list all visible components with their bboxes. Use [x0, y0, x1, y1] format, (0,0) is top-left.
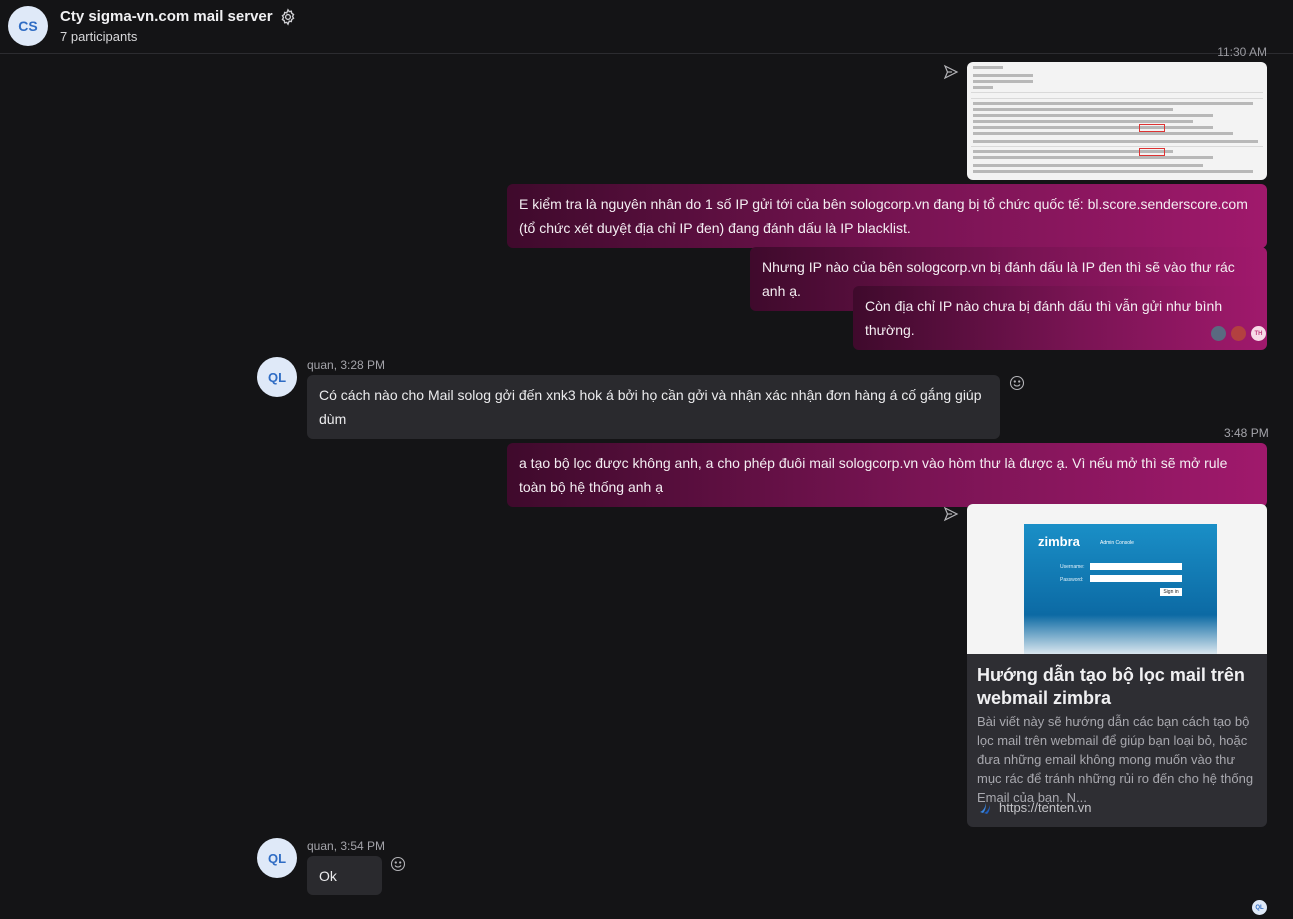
avatar[interactable]: QL: [257, 838, 297, 878]
zimbra-admin-label: Admin Console: [1100, 540, 1134, 546]
group-avatar[interactable]: CS: [8, 6, 48, 46]
chat-title[interactable]: Cty sigma-vn.com mail server: [60, 8, 273, 25]
sender-timestamp: quan, 3:28 PM: [307, 358, 386, 372]
emoji-reaction-icon[interactable]: [390, 856, 406, 872]
link-description: Bài viết này sẽ hướng dẫn các bạn cách t…: [977, 714, 1254, 805]
link-title[interactable]: Hướng dẫn tạo bộ lọc mail trên webmail z…: [977, 664, 1262, 710]
seen-avatar: [1211, 326, 1226, 341]
sign-in-button: Sign in: [1160, 588, 1182, 596]
zimbra-logo: zimbra: [1038, 534, 1080, 549]
forward-icon[interactable]: [943, 64, 959, 80]
outgoing-message[interactable]: E kiểm tra là nguyên nhân do 1 số IP gửi…: [507, 184, 1267, 248]
sender-timestamp: quan, 3:54 PM: [307, 839, 386, 853]
avatar[interactable]: QL: [257, 357, 297, 397]
forward-icon[interactable]: [943, 506, 959, 522]
link-preview-card[interactable]: zimbra Admin Console Username: Password:…: [967, 504, 1267, 827]
timestamp: 11:30 AM: [1217, 45, 1267, 59]
incoming-message[interactable]: Có cách nào cho Mail solog gởi đến xnk3 …: [307, 375, 1000, 439]
timestamp: 3:48 PM: [1224, 426, 1269, 440]
link-preview-image: zimbra Admin Console Username: Password:…: [967, 504, 1267, 654]
chat-header: CS Cty sigma-vn.com mail server 7 partic…: [0, 0, 1293, 54]
password-label: Password:: [1060, 577, 1084, 583]
seen-avatar: [1231, 326, 1246, 341]
link-url[interactable]: https://tenten.vn: [999, 800, 1092, 815]
seen-avatar: QL: [1252, 900, 1267, 915]
site-favicon-icon: [980, 803, 990, 814]
incoming-message[interactable]: Ok: [307, 856, 382, 895]
seen-avatar: TH: [1251, 326, 1266, 341]
participants-count[interactable]: 7 participants: [60, 29, 137, 44]
username-label: Username:: [1060, 564, 1085, 570]
emoji-reaction-icon[interactable]: [1009, 375, 1025, 391]
outgoing-message[interactable]: Còn địa chỉ IP nào chưa bị đánh dấu thì …: [853, 286, 1267, 350]
gear-icon[interactable]: [279, 8, 297, 26]
attached-screenshot-image[interactable]: [967, 62, 1267, 180]
outgoing-message[interactable]: a tạo bộ lọc được không anh, a cho phép …: [507, 443, 1267, 507]
